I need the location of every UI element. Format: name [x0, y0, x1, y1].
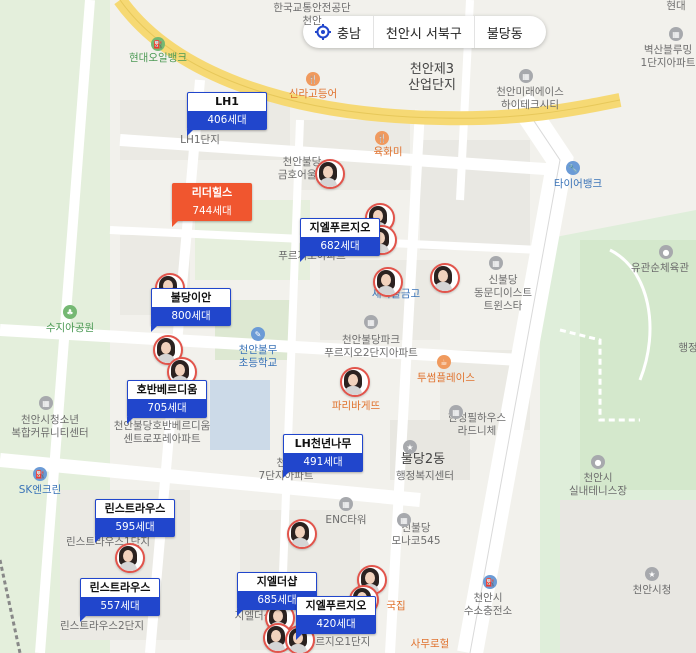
map-label: 푸르지오1단지	[305, 636, 371, 648]
agent-avatar[interactable]	[373, 267, 403, 297]
map-label: SK엔크린	[18, 484, 62, 496]
map-label: 사무로헐	[410, 638, 450, 650]
agent-avatar[interactable]	[115, 543, 145, 573]
apartment-marker-leaderhills[interactable]: 리더힐스 744세대	[171, 183, 252, 227]
apartment-marker-jiel-purugio-420[interactable]: 지엘푸르지오 420세대	[295, 596, 376, 640]
map-label: 타이어뱅크	[553, 178, 603, 190]
apartment-marker-lh-cheonnyeon[interactable]: LH천년나무 491세대	[282, 434, 363, 478]
map-label: 현대오일뱅크	[129, 52, 187, 64]
government-icon[interactable]: ★	[403, 440, 417, 454]
map-label: 파리바게뜨	[331, 400, 381, 412]
park-icon[interactable]: ♣	[63, 305, 77, 319]
restaurant-icon[interactable]: 🍴	[375, 131, 389, 145]
apartment-icon[interactable]: ▦	[489, 256, 503, 270]
apartment-marker-lh1[interactable]: LH1 406세대	[186, 92, 267, 136]
map-label: 천안미래에이스 하이테크시티	[496, 86, 564, 111]
gas-station-icon[interactable]: ⛽	[33, 467, 47, 481]
apartment-marker-hoban[interactable]: 호반베르디움 705세대	[126, 380, 207, 424]
agent-avatar[interactable]	[315, 159, 345, 189]
city-selector[interactable]: 천안시 서북구	[374, 16, 475, 48]
map-label: 현대	[666, 0, 686, 12]
map-label: 천안시청소년 복합커뮤니티센터	[11, 414, 89, 439]
map-label: 수지아공원	[45, 322, 95, 334]
district-selector[interactable]: 불당동	[475, 16, 535, 48]
map-label: 천안시 실내테니스장	[569, 472, 627, 497]
building-icon[interactable]: ▦	[339, 497, 353, 511]
map-label: 신불당 모나코545	[391, 522, 441, 547]
school-icon[interactable]: ✎	[251, 327, 265, 341]
apartment-icon[interactable]: ▦	[397, 513, 411, 527]
sports-icon[interactable]: ●	[659, 245, 673, 259]
map-label: 신라고등어	[288, 88, 338, 100]
map-label: 육화미	[373, 146, 403, 158]
apartment-marker-jiel-purugio-682[interactable]: 지엘푸르지오 682세대	[299, 218, 380, 262]
map-base-layer	[0, 0, 696, 653]
agent-avatar[interactable]	[287, 519, 317, 549]
map-label: 린스트라우스2단지	[60, 620, 144, 632]
map-label: 불당2동	[400, 452, 446, 467]
building-icon[interactable]: ▦	[519, 69, 533, 83]
map-label: 천안제3 산업단지	[408, 62, 456, 93]
map-label: 천안시 수소충전소	[463, 592, 513, 617]
map-label: ENC타워	[325, 514, 367, 526]
map-label: 투썸플레이스	[417, 372, 475, 384]
map-label: 신불당 동문디이스트 트윈스타	[474, 274, 532, 312]
map-label: 행정복지센터	[396, 470, 454, 482]
car-service-icon[interactable]: 🔧	[566, 161, 580, 175]
apartment-marker-rinstra-595[interactable]: 린스트라우스 595세대	[94, 499, 175, 543]
map-label: 한국교통안전공단 천안	[273, 2, 351, 27]
city-label: 천안시 서북구	[385, 26, 462, 42]
map-label: 국집	[386, 600, 406, 612]
map-label: 천안불당파크 푸르지오2단지아파트	[324, 334, 418, 359]
gas-station-icon[interactable]: ⛽	[151, 37, 165, 51]
cafe-icon[interactable]: ☕	[437, 355, 451, 369]
map-label: 천안시청	[632, 584, 672, 596]
agent-avatar[interactable]	[430, 263, 460, 293]
apartment-icon[interactable]: ▦	[364, 315, 378, 329]
apartment-marker-rinstra-557[interactable]: 린스트라우스 557세대	[79, 578, 160, 622]
district-label: 불당동	[486, 26, 523, 42]
apartment-marker-buldang-ian[interactable]: 불당이안 800세대	[150, 288, 231, 332]
agent-avatar[interactable]	[340, 367, 370, 397]
map-canvas[interactable]: 충남 천안시 서북구 불당동 한국교통안전공단 천안 현대오일뱅크 ⛽ 신라고등어…	[0, 0, 696, 653]
map-label: 유관순체육관	[631, 262, 689, 274]
map-label: 천안불무 초등학교	[238, 344, 278, 369]
sports-icon[interactable]: ●	[591, 455, 605, 469]
building-icon[interactable]: ▦	[39, 396, 53, 410]
apartment-icon[interactable]: ▦	[669, 27, 683, 41]
government-icon[interactable]: ★	[645, 567, 659, 581]
fuel-station-icon[interactable]: ⛽	[483, 575, 497, 589]
apartment-icon[interactable]: ▦	[449, 405, 463, 419]
map-label: 벽산블루밍 1단지아파트	[640, 44, 696, 69]
restaurant-icon[interactable]: 🍴	[306, 72, 320, 86]
map-label: 행정	[678, 342, 696, 354]
